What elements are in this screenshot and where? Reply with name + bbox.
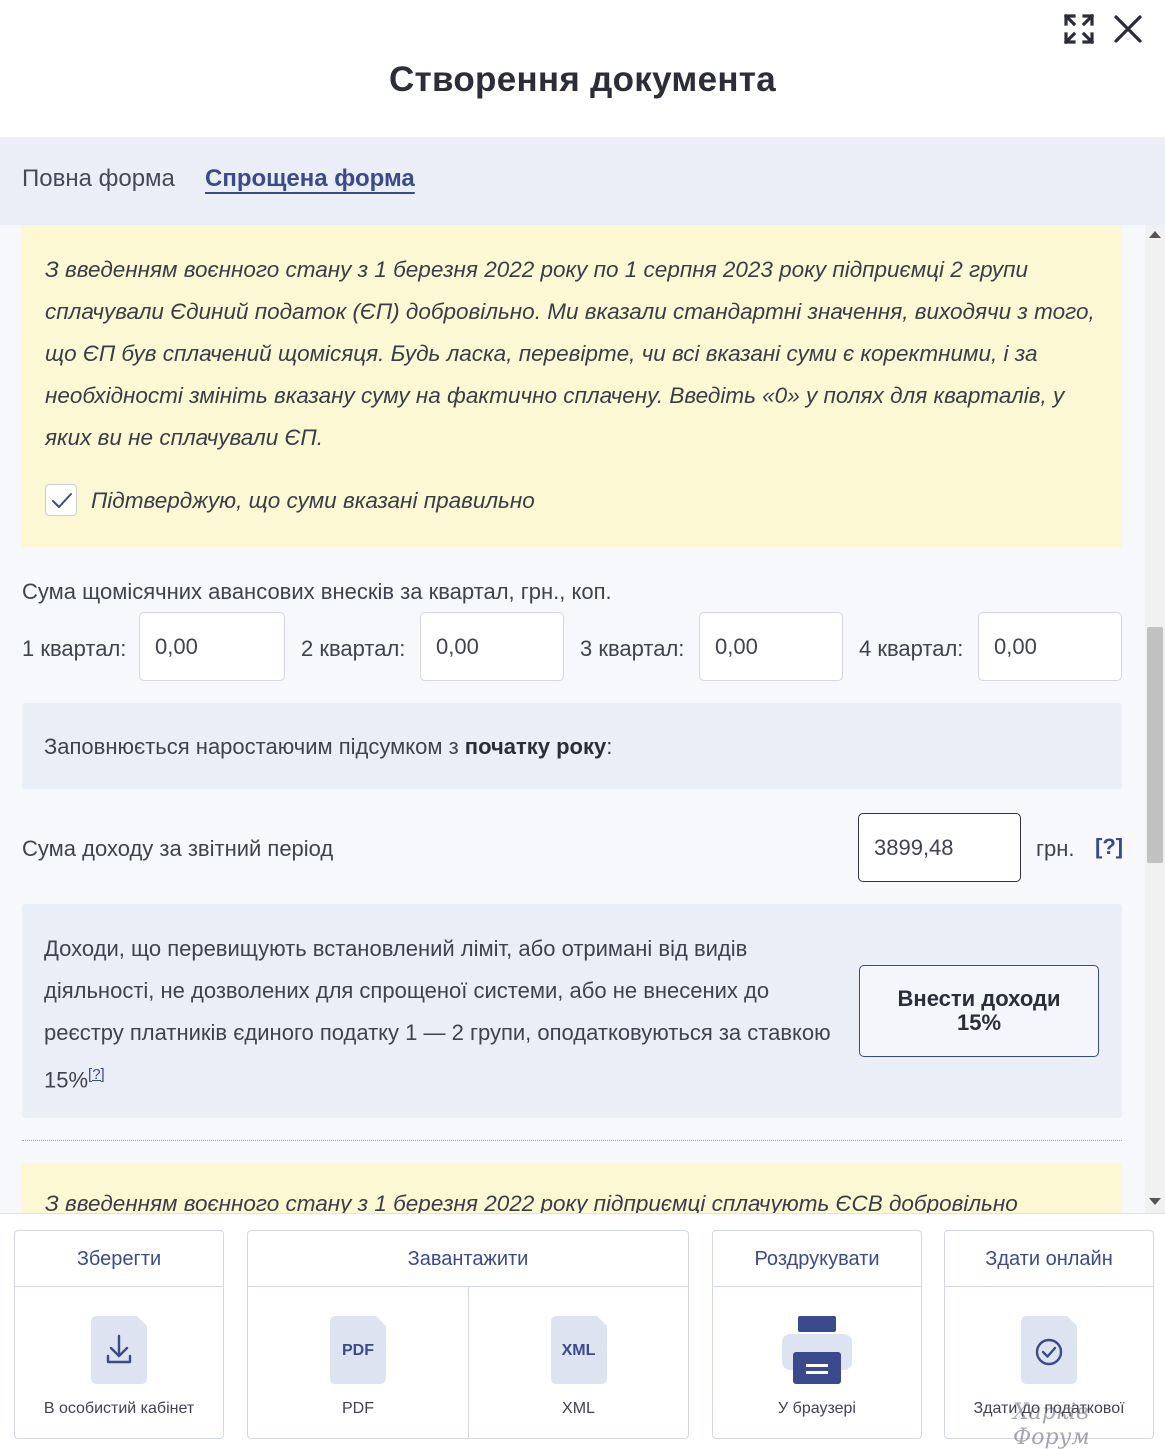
- pdf-file-icon: PDF: [330, 1316, 386, 1384]
- scroll-down-arrow-icon[interactable]: [1149, 1198, 1161, 1205]
- quarter-4-input[interactable]: 0,00: [978, 612, 1122, 681]
- save-cell-label: В особистий кабінет: [43, 1400, 195, 1417]
- form-content[interactable]: З введенням воєнного стану з 1 березня 2…: [0, 225, 1145, 1213]
- check-icon: [52, 493, 72, 508]
- confirm-checkbox[interactable]: [45, 484, 77, 516]
- cumulative-bold: початку року: [464, 734, 607, 759]
- esv-notice-text: З введенням воєнного стану з 1 березня 2…: [45, 1191, 1018, 1213]
- action-footer: Зберегти В особистий кабінет Завантажити…: [0, 1213, 1165, 1449]
- scrollbar[interactable]: [1145, 225, 1165, 1213]
- war-notice-text: З введенням воєнного стану з 1 березня 2…: [45, 257, 1095, 450]
- income15-info: Доходи, що перевищують встановлений лімі…: [22, 904, 1122, 1118]
- quarter-4-label: 4 квартал:: [859, 636, 964, 661]
- quarter-1-label: 1 квартал:: [22, 636, 127, 661]
- income15-help-link[interactable]: [?]: [88, 1066, 105, 1083]
- xml-file-icon: XML: [550, 1316, 607, 1384]
- esv-notice: З введенням воєнного стану з 1 березня 2…: [22, 1163, 1122, 1213]
- download-card: Завантажити PDF PDF XML XML: [247, 1230, 689, 1439]
- print-in-browser-button[interactable]: У браузері: [713, 1287, 921, 1438]
- income15-text: Доходи, що перевищують встановлений лімі…: [44, 936, 831, 1093]
- quarters-title: Сума щомісячних авансових внесків за ква…: [22, 579, 612, 604]
- add-income-15-button[interactable]: Внести доходи 15%: [859, 965, 1099, 1057]
- quarter-2-input[interactable]: 0,00: [420, 612, 564, 681]
- print-title: Роздрукувати: [713, 1231, 921, 1287]
- quarter-2-label: 2 квартал:: [301, 636, 406, 661]
- quarter-1-input[interactable]: 0,00: [139, 612, 285, 681]
- pdf-cell-label: PDF: [342, 1400, 374, 1417]
- download-icon: [91, 1316, 147, 1384]
- income-help-link[interactable]: [?]: [1095, 834, 1123, 860]
- expand-icon[interactable]: [1062, 12, 1096, 46]
- dialog-header: Створення документа: [0, 0, 1165, 137]
- confirm-label[interactable]: Підтверджую, що суми вказані правильно: [91, 488, 535, 514]
- dialog-title: Створення документа: [388, 60, 777, 99]
- print-card: Роздрукувати У браузері: [712, 1230, 922, 1439]
- close-icon[interactable]: [1111, 12, 1145, 46]
- pdf-icon-text: PDF: [342, 1342, 374, 1359]
- cumulative-text: Заповнюється наростаючим підсумком з поч…: [44, 734, 613, 759]
- quarter-3-input[interactable]: 0,00: [699, 612, 843, 681]
- scroll-up-arrow-icon[interactable]: [1149, 231, 1161, 238]
- check-circle-icon: [1021, 1316, 1077, 1384]
- tab-full-form[interactable]: Повна форма: [22, 165, 175, 193]
- xml-cell-label: XML: [562, 1400, 595, 1417]
- income-input[interactable]: 3899,48: [858, 813, 1021, 882]
- download-title: Завантажити: [248, 1231, 688, 1287]
- xml-icon-text: XML: [561, 1342, 596, 1359]
- scrollbar-thumb[interactable]: [1147, 627, 1163, 863]
- tab-simplified-form[interactable]: Спрощена форма: [205, 165, 415, 193]
- download-pdf-button[interactable]: PDF PDF: [248, 1287, 468, 1438]
- income-unit: грн.: [1036, 836, 1075, 861]
- save-title: Зберегти: [15, 1231, 223, 1287]
- war-notice: З введенням воєнного стану з 1 березня 2…: [22, 225, 1122, 547]
- submit-title: Здати онлайн: [945, 1231, 1153, 1287]
- quarter-3-label: 3 квартал:: [580, 636, 685, 661]
- printer-icon: [782, 1316, 852, 1384]
- section-divider: [22, 1140, 1122, 1141]
- download-xml-button[interactable]: XML XML: [469, 1287, 688, 1438]
- form-tabs: Повна форма Спрощена форма: [0, 137, 1165, 225]
- forum-watermark: Харків Форум: [1013, 1400, 1090, 1449]
- save-to-cabinet-button[interactable]: В особистий кабінет: [15, 1287, 223, 1438]
- save-card: Зберегти В особистий кабінет: [14, 1230, 224, 1439]
- cumulative-info: Заповнюється наростаючим підсумком з поч…: [22, 703, 1122, 789]
- income-label: Сума доходу за звітний період: [22, 836, 334, 861]
- print-cell-label: У браузері: [778, 1400, 856, 1417]
